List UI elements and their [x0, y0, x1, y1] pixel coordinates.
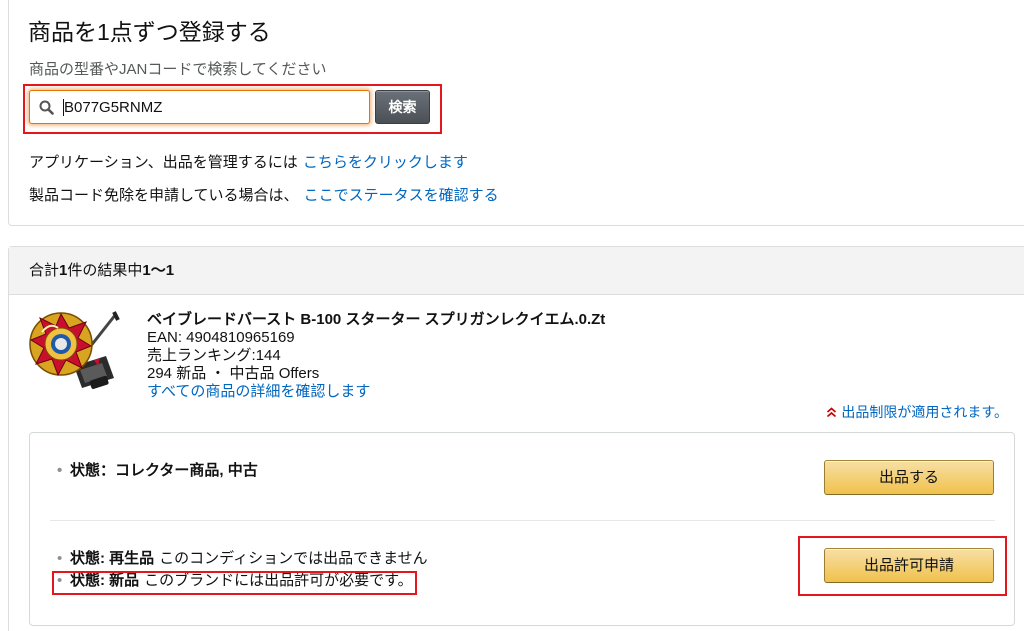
results-range: 1〜1	[142, 262, 175, 279]
condition-options: 状態：コレクター商品, 中古 出品する 状態: 再生品このコンディションでは出品…	[29, 432, 1015, 626]
search-button[interactable]: 検索	[375, 90, 430, 124]
request-approval-button[interactable]: 出品許可申請	[824, 548, 994, 583]
listing-restriction-notice[interactable]: 出品制限が適用されます。	[826, 403, 1008, 421]
page-title: 商品を1点ずつ登録する	[28, 19, 271, 45]
search-input[interactable]	[30, 91, 369, 123]
manage-link[interactable]: こちらをクリックします	[303, 154, 468, 171]
manage-applications-line: アプリケーション、出品を管理するには こちらをクリックします	[29, 153, 468, 173]
results-prefix: 合計	[29, 262, 60, 279]
product-ean: EAN: 4904810965169	[147, 329, 295, 346]
add-product-panel: 商品を1点ずつ登録する 商品の型番やJANコードで検索してください 検索 アプリ…	[8, 0, 1024, 226]
condition-label: 状態: 再生品	[70, 550, 155, 567]
exemption-text: 製品コード免除を申請している場合は、	[29, 187, 299, 204]
search-field[interactable]	[29, 90, 370, 124]
exemption-status-link[interactable]: ここでステータスを確認する	[304, 187, 499, 204]
results-middle: 件の結果中	[67, 262, 143, 279]
product-sales-rank: 売上ランキング:144	[147, 347, 281, 364]
search-results-panel: 合計1件の結果中1〜1 ベイブレードバースト B-100 スターター スプリガン…	[8, 246, 1024, 631]
divider	[50, 520, 995, 521]
product-image[interactable]	[28, 308, 120, 396]
condition-label: 状態: 新品	[70, 572, 140, 589]
restriction-notice-link[interactable]: 出品制限が適用されます。	[841, 403, 1008, 421]
product-details: ベイブレードバースト B-100 スターター スプリガンレクイエム.0.Zt E…	[147, 311, 605, 401]
condition-allowed: 状態：コレクター商品, 中古	[57, 462, 258, 480]
search-instructions: 商品の型番やJANコードで検索してください	[29, 61, 327, 78]
results-summary: 合計1件の結果中1〜1	[9, 247, 1024, 295]
text-caret	[63, 99, 64, 116]
product-title[interactable]: ベイブレードバースト B-100 スターター スプリガンレクイエム.0.Zt	[147, 311, 605, 329]
product-details-link[interactable]: すべての商品の詳細を確認します	[147, 383, 370, 400]
list-product-button[interactable]: 出品する	[824, 460, 994, 495]
double-chevron-up-icon	[827, 406, 837, 417]
condition-note: このコンディションでは出品できません	[159, 550, 428, 567]
product-offers: 294 新品 ・ 中古品 Offers	[147, 365, 320, 382]
condition-restricted-new: 状態: 新品このブランドには出品許可が必要です。	[57, 570, 413, 592]
manage-text: アプリケーション、出品を管理するには	[29, 154, 298, 171]
exemption-status-line: 製品コード免除を申請している場合は、 ここでステータスを確認する	[29, 186, 499, 206]
condition-restricted-refurbished: 状態: 再生品このコンディションでは出品できません	[57, 548, 428, 570]
condition-note: このブランドには出品許可が必要です。	[144, 572, 413, 589]
